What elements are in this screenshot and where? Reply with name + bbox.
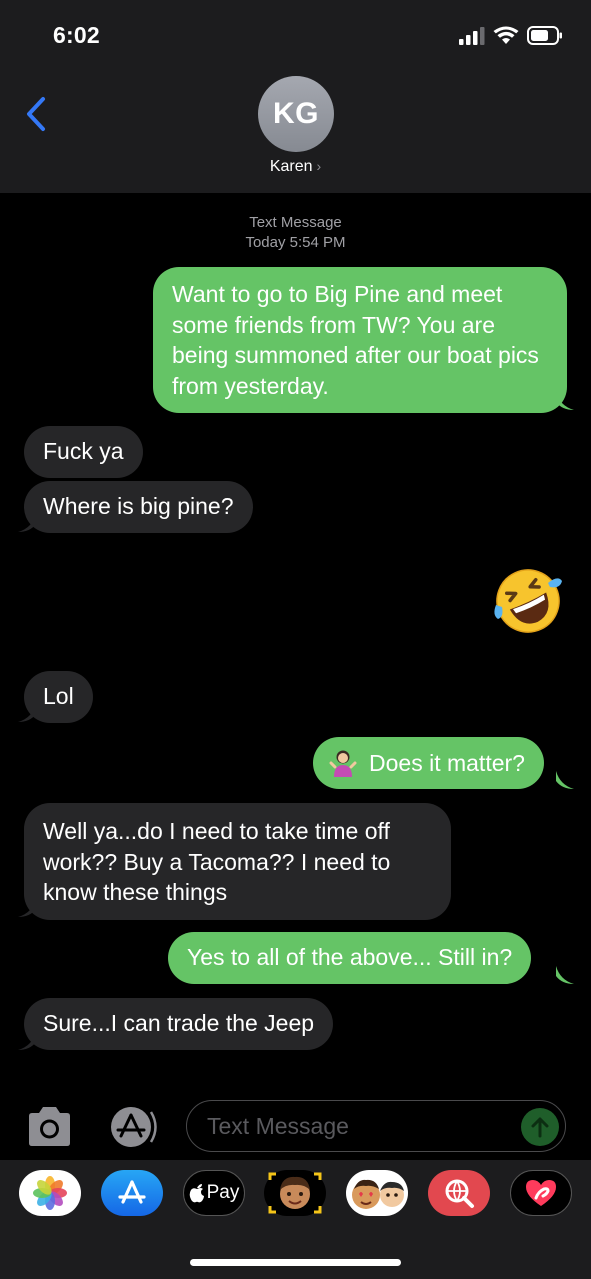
apple-pay-label: Pay — [206, 1182, 240, 1203]
arrow-up-icon — [531, 1117, 549, 1138]
message-input-placeholder: Text Message — [207, 1112, 349, 1139]
message-timestamp: Today 5:54 PM — [245, 234, 346, 251]
bubble-tail — [556, 392, 574, 410]
status-icons — [459, 26, 563, 45]
battery-icon — [527, 26, 562, 45]
bubble-tail — [18, 1032, 36, 1050]
photos-icon — [33, 1176, 67, 1210]
outgoing-message-bubble[interactable]: Yes to all of the above... Still in? — [168, 932, 532, 984]
camera-icon[interactable] — [25, 1106, 74, 1148]
back-chevron-icon[interactable] — [22, 94, 52, 134]
app-store-button-icon[interactable] — [106, 1104, 160, 1150]
send-button[interactable] — [521, 1108, 559, 1146]
incoming-message-bubble[interactable]: Well ya...do I need to take time off wor… — [24, 803, 451, 920]
bubble-tail — [18, 514, 36, 532]
chevron-right-icon: › — [316, 158, 322, 174]
message-text: Well ya...do I need to take time off wor… — [43, 818, 391, 905]
wifi-icon — [493, 26, 519, 44]
contact-avatar[interactable]: KG — [258, 76, 334, 152]
digital-touch-icon — [526, 1180, 556, 1206]
memoji-icon — [268, 1172, 322, 1214]
message-text: Lol — [43, 683, 74, 709]
message-input[interactable]: Text Message — [186, 1100, 566, 1152]
message-text: Does it matter? — [369, 749, 525, 776]
message-text: Fuck ya — [43, 438, 124, 464]
message-text: Sure...I can trade the Jeep — [43, 1010, 315, 1036]
message-text: Want to go to Big Pine and meet some fri… — [172, 281, 539, 399]
animoji-stickers-app-button[interactable] — [346, 1170, 408, 1216]
web-search-app-button[interactable] — [428, 1170, 490, 1216]
cellular-signal-icon — [459, 26, 485, 45]
incoming-message-bubble[interactable]: Sure...I can trade the Jeep — [24, 998, 334, 1050]
digital-touch-app-button[interactable] — [510, 1170, 572, 1216]
photos-app-button[interactable] — [19, 1170, 81, 1216]
contact-name: Karen — [269, 158, 313, 175]
bubble-tail — [18, 899, 36, 917]
message-text: Where is big pine? — [43, 493, 234, 519]
bubble-tail — [556, 966, 574, 984]
web-search-icon — [445, 1179, 474, 1208]
outgoing-message-bubble[interactable]: Does it matter? — [313, 737, 544, 789]
status-time: 6:02 — [53, 22, 100, 48]
memoji-app-button[interactable] — [264, 1170, 326, 1216]
incoming-message-bubble[interactable]: Fuck ya — [24, 426, 143, 478]
apple-pay-app-button[interactable]: Pay — [183, 1170, 245, 1216]
message-text: Yes to all of the above... Still in? — [187, 944, 513, 970]
outgoing-message-bubble[interactable]: Want to go to Big Pine and meet some fri… — [153, 267, 567, 413]
contact-name-button[interactable]: Karen › — [0, 158, 591, 176]
conversation-header: 6:02 KG Karen › — [0, 0, 591, 193]
bubble-tail — [556, 771, 574, 789]
home-indicator[interactable] — [190, 1259, 401, 1266]
person-shrugging-emoji-icon — [329, 750, 357, 777]
apple-pay-icon — [189, 1184, 204, 1203]
app-store-app-button[interactable] — [101, 1170, 163, 1216]
message-service-label: Text Message — [249, 214, 342, 231]
rolling-on-floor-laughing-emoji-icon[interactable] — [492, 567, 564, 635]
incoming-message-bubble[interactable]: Where is big pine? — [24, 481, 253, 533]
app-store-icon — [118, 1180, 146, 1204]
animoji-stickers-icon — [352, 1179, 404, 1209]
bubble-tail — [18, 704, 36, 722]
avatar-initials: KG — [273, 97, 319, 130]
